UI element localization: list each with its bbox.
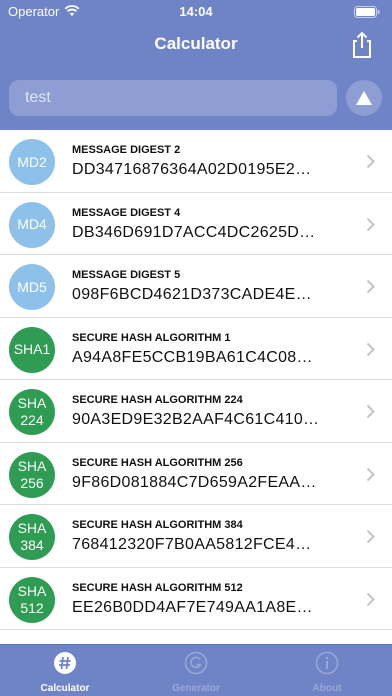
tab-generator-label: Generator [172,683,220,694]
algorithm-badge: MD4 [9,201,55,248]
status-time: 14:04 [179,4,213,19]
hash-list: MD2 MESSAGE DIGEST 2 DD34716876364A02D0195… [0,130,392,644]
chevron-right-icon [366,529,375,544]
badge-label: SHA [17,395,47,411]
badge-label: SHA [17,582,47,599]
hash-value: 90A3ED9E32B2AAF4C61C410… [72,411,320,428]
hash-value: DD34716876364A02D0195E2… [72,161,312,178]
algorithm-badge: MD5 [9,264,55,310]
tab-calculator[interactable]: Calculator [25,645,105,696]
list-item[interactable]: SHA 512 SECURE HASH ALGORITHM 512 EE26B0DD4… [0,567,392,630]
search-bar [9,80,337,116]
badge-label: SHA [17,457,47,474]
algorithm-badge: SHA1 [9,326,55,373]
g-circle-icon [184,651,208,675]
hash-icon [54,652,76,674]
badge-label-bits: 256 [20,474,44,491]
badge-label: MD4 [17,216,47,232]
algorithm-name: SECURE HASH ALGORITHM 384 [72,519,243,531]
list-item[interactable]: MD4 MESSAGE DIGEST 4 DB346D691D7ACC4DC2625… [0,192,392,255]
algorithm-name: MESSAGE DIGEST 2 [72,144,181,156]
algorithm-badge: SHA 224 [9,389,55,435]
hash-value: DB346D691D7ACC4DC2625D… [72,223,316,241]
algorithm-name: SECURE HASH ALGORITHM 256 [72,456,243,469]
tab-about-label: About [312,683,342,694]
page-title: Calculator [154,34,238,53]
algorithm-name: SECURE HASH ALGORITHM 512 [72,581,243,594]
chevron-right-icon [366,467,375,481]
algorithm-badge: MD2 [9,139,55,185]
badge-label: MD5 [17,278,47,295]
algorithm-badge: SHA 256 [9,451,55,498]
chevron-right-icon [366,342,375,356]
badge-label-bits: 384 [20,537,44,553]
tab-bar: Calculator Generator About [0,644,392,696]
hash-value: 9F86D081884C7D659A2FEAA… [72,473,317,491]
list-item[interactable]: MD5 MESSAGE DIGEST 5 098F6BCD4621D373CADE4… [0,255,392,318]
collapse-button[interactable] [346,80,382,116]
algorithm-name: MESSAGE DIGEST 5 [72,269,181,281]
list-item[interactable]: SHA 256 SECURE HASH ALGORITHM 256 9F86D0818… [0,442,392,505]
status-bar: Operator 14:04 [0,0,392,24]
share-icon[interactable] [348,30,376,60]
algorithm-name: SECURE HASH ALGORITHM 1 [72,331,231,344]
badge-label: MD2 [17,153,47,170]
badge-label-bits: 512 [20,599,44,616]
algorithm-badge: SHA 384 [9,514,55,560]
info-icon [315,651,339,675]
chevron-right-icon [366,154,375,169]
badge-label: SHA1 [13,341,51,357]
badge-label: SHA [17,520,47,536]
chevron-right-icon [366,592,375,606]
hash-value: A94A8FE5CCB19BA61C4C08… [72,348,313,366]
battery-icon [354,6,380,18]
hash-value: 768412320F7B0AA5812FCE4… [72,536,312,553]
chevron-right-icon [366,404,375,419]
search-input[interactable] [9,80,337,116]
list-item[interactable]: SHA1 SECURE HASH ALGORITHM 1 A94A8FE5CCB19… [0,317,392,380]
hash-value: 098F6BCD4621D373CADE4E… [72,286,312,303]
tab-generator[interactable]: Generator [156,645,236,696]
tab-calculator-label: Calculator [40,683,90,694]
badge-label-bits: 224 [20,412,44,428]
chevron-right-icon [366,217,375,231]
tab-about[interactable]: About [287,645,367,696]
algorithm-name: SECURE HASH ALGORITHM 224 [72,394,243,406]
hash-value: EE26B0DD4AF7E749AA1A8E… [72,598,313,616]
algorithm-badge: SHA 512 [9,576,55,623]
navigation-header: Operator 14:04 Calculator [0,0,392,130]
chevron-right-icon [366,279,375,294]
algorithm-name: MESSAGE DIGEST 4 [72,206,181,219]
triangle-up-icon [356,91,372,105]
list-item[interactable]: SHA 384 SECURE HASH ALGORITHM 384 768412320… [0,505,392,568]
list-item[interactable]: MD2 MESSAGE DIGEST 2 DD34716876364A02D0195… [0,130,392,193]
list-item[interactable]: SHA 224 SECURE HASH ALGORITHM 224 90A3ED9E3… [0,380,392,443]
